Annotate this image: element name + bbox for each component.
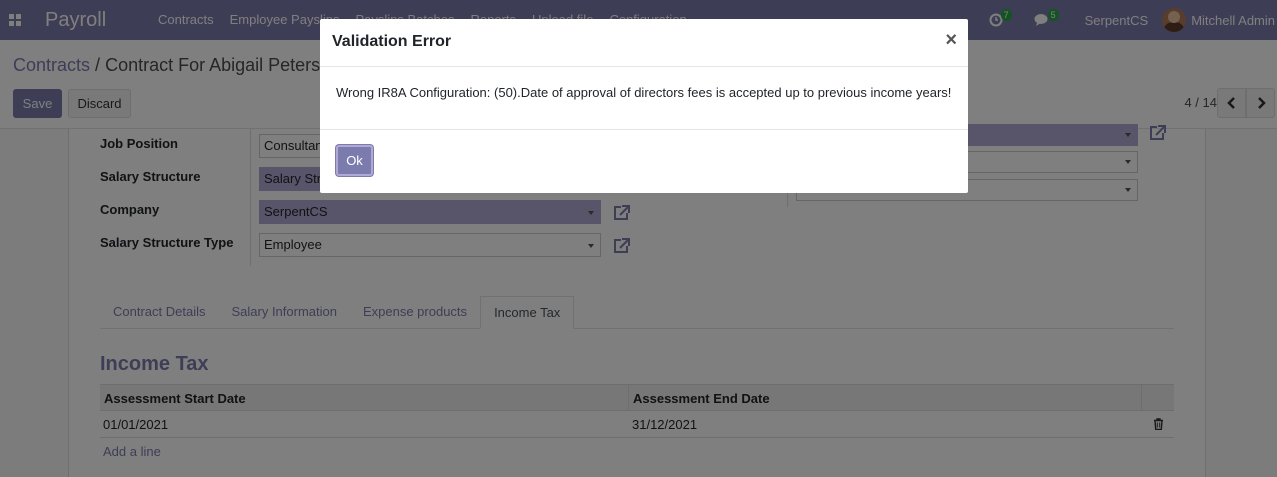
ok-button[interactable]: Ok [336, 145, 373, 176]
modal-title: Validation Error [332, 33, 452, 50]
modal-body: Wrong IR8A Configuration: (50).Date of a… [320, 67, 968, 130]
close-icon[interactable]: × [945, 29, 957, 52]
modal-footer: Ok [320, 130, 968, 193]
error-message: Wrong IR8A Configuration: (50).Date of a… [336, 85, 952, 100]
modal-header: Validation Error × [320, 19, 968, 67]
validation-error-dialog: Validation Error × Wrong IR8A Configurat… [320, 19, 968, 193]
